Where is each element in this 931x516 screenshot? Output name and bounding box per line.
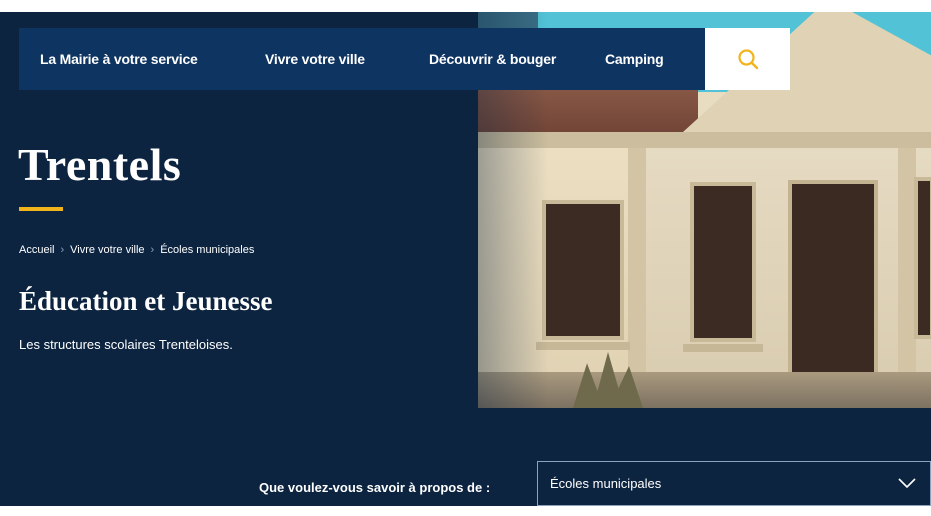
nav-item-mairie[interactable]: La Mairie à votre service <box>40 51 198 67</box>
section-heading: Éducation et Jeunesse <box>19 286 273 316</box>
breadcrumb-home-link[interactable]: Accueil <box>19 244 54 256</box>
page-title: Trentels <box>18 139 182 190</box>
search-button[interactable] <box>705 28 790 90</box>
breadcrumb-current: Écoles municipales <box>160 244 255 256</box>
section-tagline: Les structures scolaires Trenteloises. <box>19 337 233 352</box>
breadcrumb: Accueil › Vivre votre ville › Écoles mun… <box>19 244 254 256</box>
topic-select[interactable]: Écoles municipales <box>537 461 931 506</box>
topic-selector-label: Que voulez-vous savoir à propos de : <box>259 480 491 495</box>
search-icon <box>737 49 758 70</box>
page-background <box>0 506 931 516</box>
main-navigation: La Mairie à votre service Vivre votre vi… <box>19 28 790 90</box>
nav-item-camping[interactable]: Camping <box>605 51 664 67</box>
breadcrumb-separator-icon: › <box>60 244 65 256</box>
nav-item-decouvrir[interactable]: Découvrir & bouger <box>429 51 556 67</box>
breadcrumb-separator-icon: › <box>150 244 155 256</box>
nav-item-vivre[interactable]: Vivre votre ville <box>265 51 365 67</box>
breadcrumb-vivre-link[interactable]: Vivre votre ville <box>70 244 144 256</box>
title-accent-bar <box>19 207 63 211</box>
topic-select-value: Écoles municipales <box>550 476 662 491</box>
chevron-down-icon <box>898 478 916 489</box>
